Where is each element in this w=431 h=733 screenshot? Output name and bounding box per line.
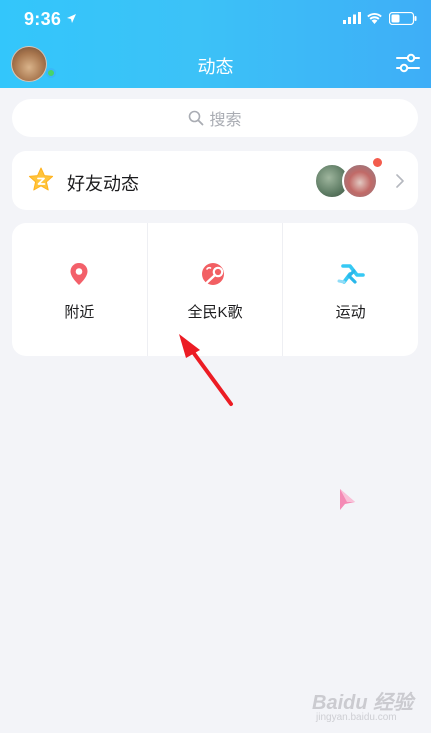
location-arrow-icon: [67, 14, 76, 23]
features-grid: 附近 全民K歌 运动: [12, 223, 418, 356]
friends-feed-row[interactable]: 好友动态: [12, 151, 418, 210]
feature-label: 运动: [335, 304, 366, 321]
chevron-right-icon: [396, 174, 404, 188]
friend-avatar: [342, 163, 378, 199]
search-icon: [189, 110, 204, 126]
friends-feed-label: 好友动态: [67, 174, 139, 194]
feature-nearby[interactable]: 附近: [12, 223, 147, 356]
new-update-badge: [373, 158, 382, 167]
watermark-brand: Baidu 经验: [312, 692, 414, 714]
star-icon: [28, 167, 54, 191]
feature-karaoke[interactable]: 全民K歌: [146, 223, 283, 356]
watermark-url: jingyan.baidu.com: [316, 712, 397, 723]
feature-sport[interactable]: 运动: [282, 223, 418, 356]
status-time: 9:36: [24, 9, 62, 29]
status-bar: 9:36: [0, 0, 431, 40]
search-bar[interactable]: 搜索: [12, 99, 418, 137]
settings-sliders-icon[interactable]: [396, 52, 420, 74]
wifi-icon: [367, 12, 382, 24]
pointer-cursor-icon: [340, 489, 355, 510]
battery-icon: [389, 12, 417, 25]
page-title: 动态: [197, 57, 234, 77]
feature-label: 全民K歌: [187, 304, 243, 321]
location-pin-icon: [70, 263, 88, 285]
cellular-signal-icon: [343, 12, 361, 24]
search-placeholder: 搜索: [209, 112, 242, 129]
feature-label: 附近: [64, 304, 95, 321]
karaoke-icon: [202, 263, 224, 285]
running-icon: [337, 264, 365, 284]
